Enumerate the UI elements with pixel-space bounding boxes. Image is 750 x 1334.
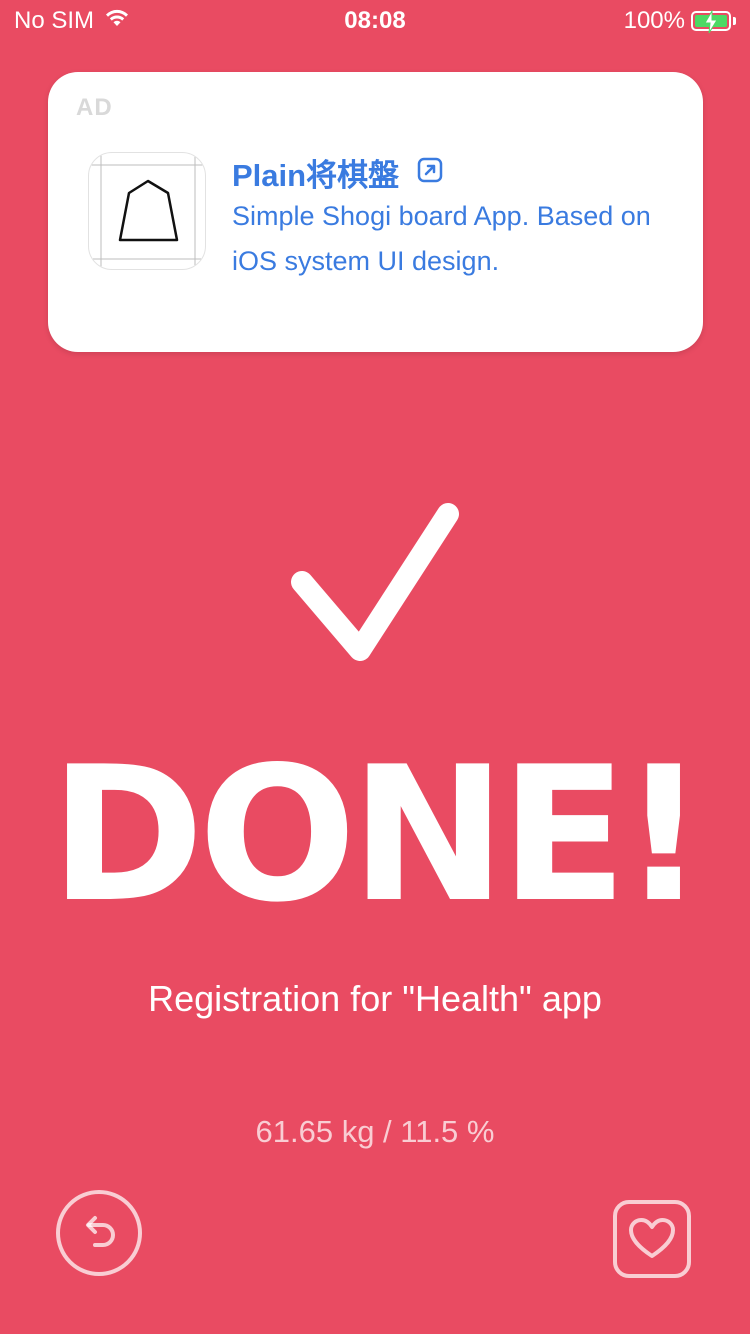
heart-icon (629, 1218, 675, 1258)
status-bar: No SIM 08:08 100% (0, 0, 750, 42)
done-headline: DONE! (49, 726, 706, 943)
ad-label: AD (76, 94, 113, 121)
app-icon[interactable] (88, 152, 206, 270)
charging-bolt-icon (704, 10, 718, 34)
health-app-button[interactable] (613, 1200, 691, 1278)
ad-card[interactable]: AD Plain将棋盤 Simple Shogi board App. Base… (48, 72, 703, 352)
ad-title-row[interactable]: Plain将棋盤 (232, 150, 443, 195)
checkmark-icon (291, 503, 459, 661)
shogi-piece-icon (89, 153, 205, 269)
external-link-icon[interactable] (417, 157, 443, 188)
battery-percent: 100% (623, 7, 685, 34)
ad-description: Simple Shogi board App. Based on iOS sys… (232, 201, 651, 276)
battery-tip (733, 17, 736, 25)
undo-arrow-icon (86, 1216, 115, 1247)
battery-icon (691, 10, 731, 34)
registration-message: Registration for "Health" app (148, 978, 602, 1019)
back-button[interactable] (56, 1190, 142, 1276)
registered-values: 61.65 kg / 11.5 % (255, 1114, 495, 1149)
ad-title[interactable]: Plain将棋盤 (232, 150, 399, 195)
status-right: 100% (624, 7, 736, 35)
